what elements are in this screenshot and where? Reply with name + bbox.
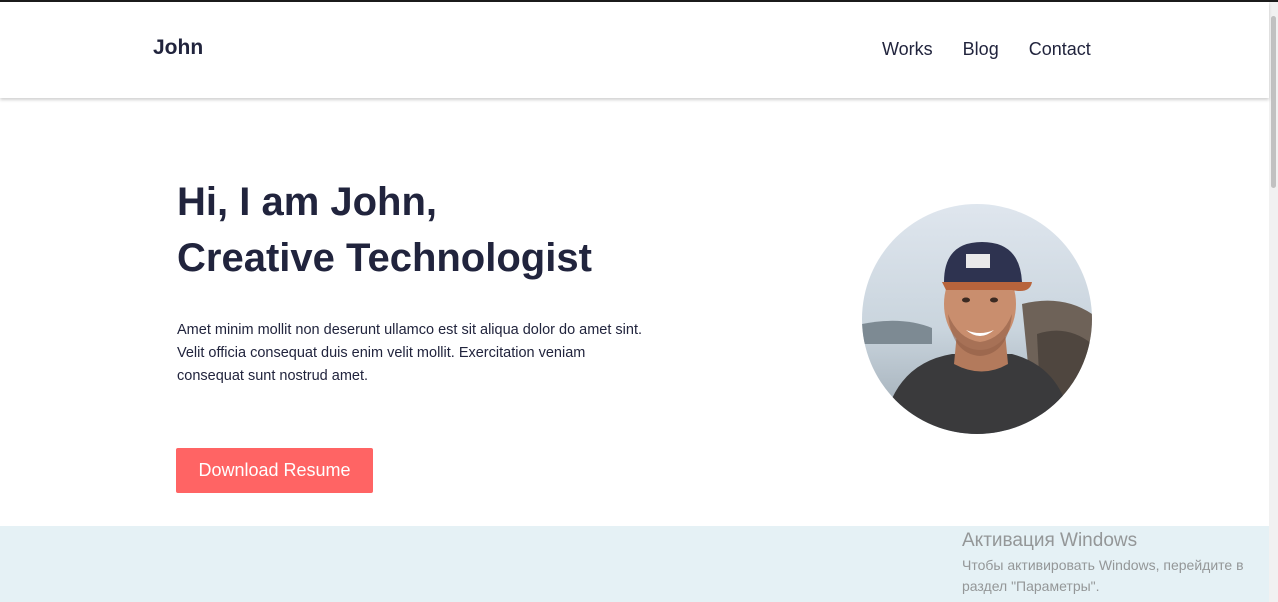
main-nav: Works Blog Contact xyxy=(882,39,1091,60)
hero-title: Hi, I am John, Creative Technologist xyxy=(177,174,592,286)
hero-title-line-1: Hi, I am John, xyxy=(177,180,438,224)
avatar xyxy=(862,204,1092,434)
scrollbar-thumb[interactable] xyxy=(1271,16,1276,188)
site-logo[interactable]: John xyxy=(153,36,203,60)
nav-link-blog[interactable]: Blog xyxy=(963,39,999,60)
site-header: John Works Blog Contact xyxy=(0,2,1269,98)
vertical-scrollbar[interactable] xyxy=(1269,2,1278,602)
profile-photo-icon xyxy=(862,204,1092,434)
watermark-title: Активация Windows xyxy=(962,530,1138,551)
windows-activation-watermark: Активация Windows Чтобы активировать Win… xyxy=(962,529,1244,597)
watermark-line-1: Чтобы активировать Windows, перейдите в xyxy=(962,557,1244,573)
hero-title-line-2: Creative Technologist xyxy=(177,236,592,280)
watermark-line-2: раздел "Параметры". xyxy=(962,578,1100,594)
nav-link-works[interactable]: Works xyxy=(882,39,933,60)
page-frame: John Works Blog Contact Hi, I am John, C… xyxy=(0,0,1278,602)
hero-description: Amet minim mollit non deserunt ullamco e… xyxy=(177,322,643,384)
download-resume-button[interactable]: Download Resume xyxy=(176,448,373,493)
nav-link-contact[interactable]: Contact xyxy=(1029,39,1091,60)
